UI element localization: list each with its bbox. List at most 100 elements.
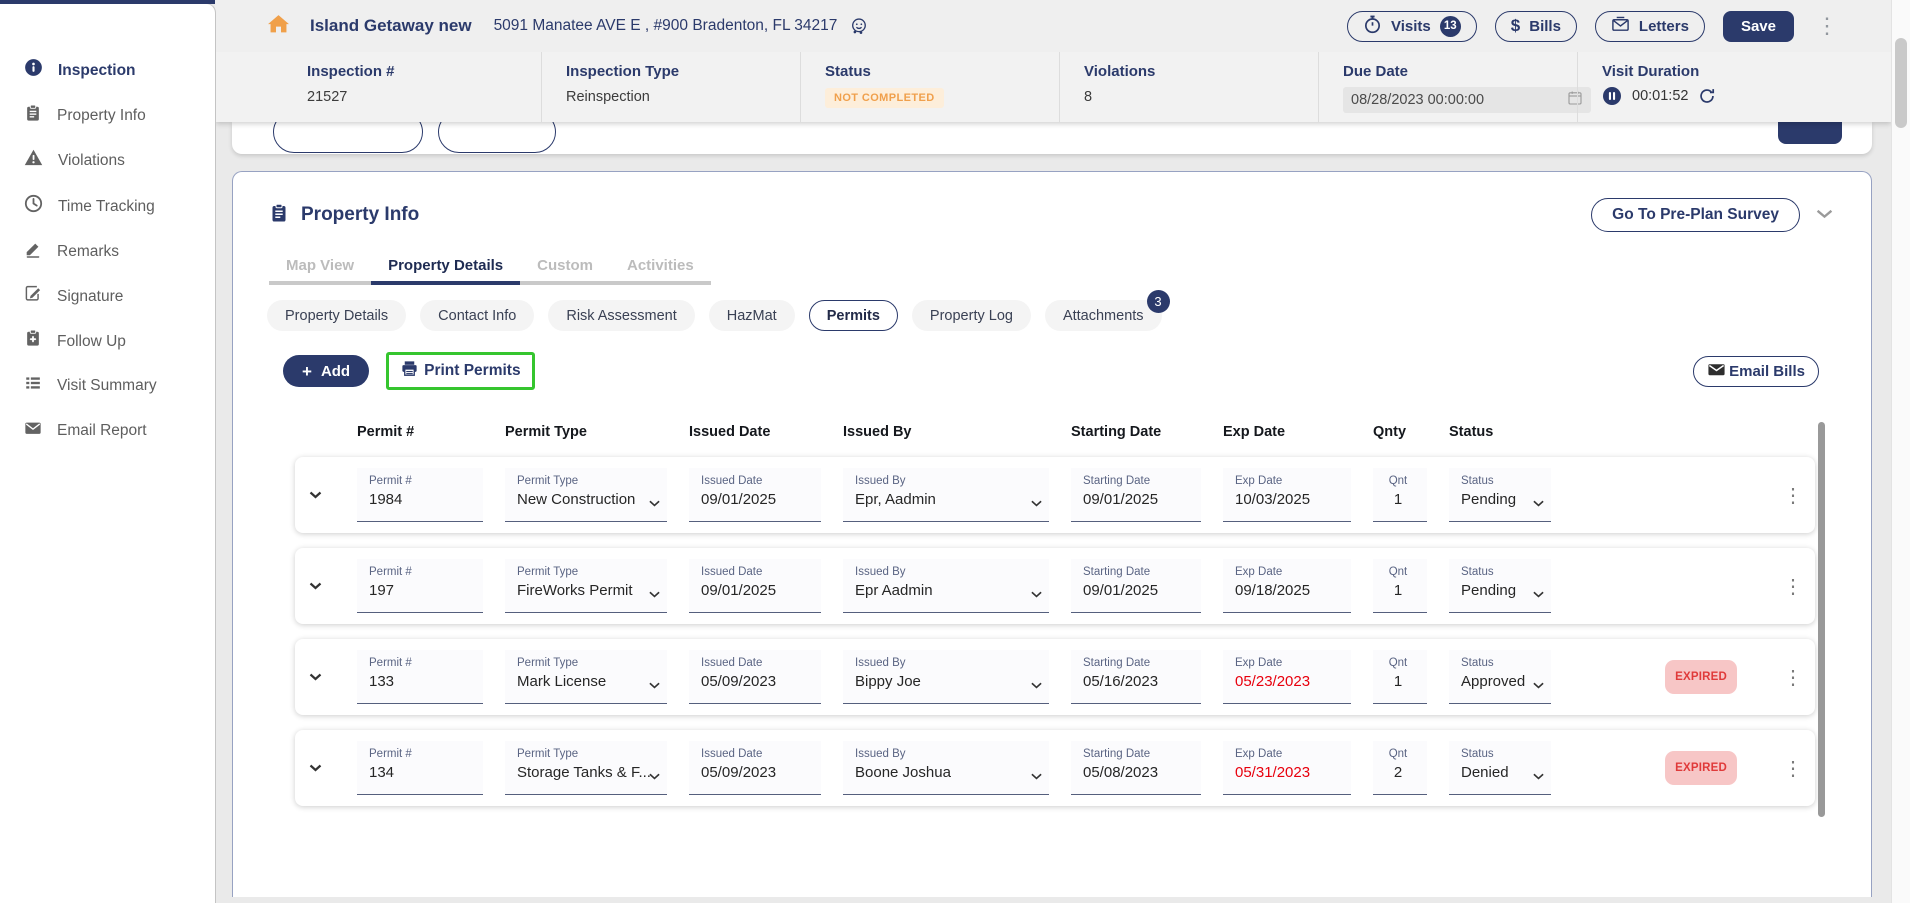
sidebar-item-inspection[interactable]: Inspection [0, 48, 215, 94]
row-kebab-menu[interactable]: ⋮ [1771, 573, 1815, 600]
sidebar-item-label: Follow Up [57, 331, 126, 353]
permit-type-cell[interactable]: Permit Type Mark License [505, 650, 667, 704]
tab[interactable]: Map View [269, 252, 371, 285]
sidebar-item-email-report[interactable]: Email Report [0, 409, 215, 454]
permit-number-cell[interactable]: Permit # 133 [357, 650, 483, 704]
column-header: Starting Date [1071, 424, 1201, 440]
tab[interactable]: Activities [610, 252, 711, 285]
chip-label: Attachments [1063, 308, 1144, 324]
expand-row-chevron-icon[interactable] [295, 582, 335, 590]
save-button[interactable]: Save [1723, 11, 1794, 42]
column-header: Qnty [1373, 424, 1427, 440]
sub-tab-chip[interactable]: Permits [809, 300, 898, 331]
expand-row-chevron-icon[interactable] [295, 673, 335, 681]
issued-by-cell[interactable]: Issued By Boone Joshua [843, 741, 1049, 795]
permit-number-cell[interactable]: Permit # 1984 [357, 468, 483, 522]
cell-value: FireWorks Permit [517, 582, 659, 599]
starting-date-cell[interactable]: Starting Date 09/01/2025 [1071, 559, 1201, 613]
qnt-cell[interactable]: Qnt 1 [1373, 650, 1427, 704]
cell-value: Denied [1461, 764, 1543, 781]
issued-date-cell[interactable]: Issued Date 05/09/2023 [689, 741, 821, 795]
issued-by-cell[interactable]: Issued By Epr, Aadmin [843, 468, 1049, 522]
qnt-cell[interactable]: Qnt 1 [1373, 468, 1427, 522]
warning-icon [24, 148, 43, 174]
cell-label: Issued Date [701, 657, 813, 669]
qnt-cell[interactable]: Qnt 2 [1373, 741, 1427, 795]
permit-type-cell[interactable]: Permit Type FireWorks Permit [505, 559, 667, 613]
sidebar-item-property-info[interactable]: Property Info [0, 94, 215, 139]
permit-number-cell[interactable]: Permit # 134 [357, 741, 483, 795]
row-kebab-menu[interactable]: ⋮ [1771, 755, 1815, 782]
print-permits-button[interactable]: Print Permits [394, 356, 526, 386]
sidebar-item-time-tracking[interactable]: Time Tracking [0, 184, 215, 230]
exp-date-cell[interactable]: Exp Date 05/31/2023 [1223, 741, 1351, 795]
cell-label: Permit Type [517, 566, 659, 578]
sidebar-item-remarks[interactable]: Remarks [0, 230, 215, 275]
status-cell[interactable]: Status Approved [1449, 650, 1551, 704]
cell-value: Pending [1461, 491, 1543, 508]
clipboard-icon [24, 104, 42, 129]
permits-table: Permit #Permit TypeIssued DateIssued ByS… [295, 424, 1815, 806]
permit-type-cell[interactable]: Permit Type New Construction [505, 468, 667, 522]
waze-icon[interactable] [849, 17, 868, 36]
restart-timer-button[interactable] [1698, 87, 1716, 105]
chevron-down-icon [1533, 494, 1544, 512]
issued-date-cell[interactable]: Issued Date 09/01/2025 [689, 559, 821, 613]
tab[interactable]: Custom [520, 252, 610, 285]
header-kebab-menu[interactable]: ⋮ [1812, 16, 1842, 36]
tab[interactable]: Property Details [371, 252, 520, 285]
main-area: Island Getaway new 5091 Manatee AVE E , … [215, 0, 1892, 903]
go-to-preplan-survey-button[interactable]: Go To Pre-Plan Survey [1591, 198, 1800, 232]
issued-by-cell[interactable]: Issued By Epr Aadmin [843, 559, 1049, 613]
sub-tab-chip[interactable]: Risk Assessment [548, 300, 694, 331]
issued-by-cell[interactable]: Issued By Bippy Joe [843, 650, 1049, 704]
starting-date-cell[interactable]: Starting Date 05/08/2023 [1071, 741, 1201, 795]
expand-row-chevron-icon[interactable] [295, 491, 335, 499]
field-label: Inspection Type [566, 63, 800, 80]
scrolled-content-sliver [232, 122, 1872, 154]
pause-button[interactable] [1602, 86, 1622, 106]
row-kebab-menu[interactable]: ⋮ [1771, 664, 1815, 691]
sub-tab-chip[interactable]: Property Details [267, 300, 406, 331]
cell-label: Qnt [1377, 566, 1419, 578]
exp-date-cell[interactable]: Exp Date 09/18/2025 [1223, 559, 1351, 613]
add-permit-button[interactable]: + Add [283, 355, 369, 387]
cell-value: Storage Tanks & F... [517, 764, 659, 781]
collapse-chevron-icon[interactable] [1816, 206, 1833, 224]
permit-type-cell[interactable]: Permit Type Storage Tanks & F... [505, 741, 667, 795]
email-bills-button[interactable]: Email Bills [1693, 356, 1819, 387]
sidebar-item-visit-summary[interactable]: Visit Summary [0, 364, 215, 409]
sidebar-item-follow-up[interactable]: Follow Up [0, 319, 215, 364]
starting-date-cell[interactable]: Starting Date 05/16/2023 [1071, 650, 1201, 704]
sidebar-item-signature[interactable]: Signature [0, 274, 215, 319]
cell-value: Approved [1461, 673, 1543, 690]
visits-button[interactable]: Visits 13 [1347, 11, 1477, 42]
sub-tab-chip[interactable]: Attachments 3 [1045, 300, 1162, 331]
exp-date-cell[interactable]: Exp Date 10/03/2025 [1223, 468, 1351, 522]
sub-tab-chip[interactable]: Contact Info [420, 300, 534, 331]
row-kebab-menu[interactable]: ⋮ [1771, 482, 1815, 509]
header-actions: Visits 13 $ Bills Letters Save ⋮ [1347, 11, 1842, 42]
sub-tab-chip[interactable]: Property Log [912, 300, 1031, 331]
cell-value: Bippy Joe [855, 673, 1041, 690]
due-date-input[interactable]: 08/28/2023 00:00:00 [1343, 87, 1591, 113]
page-scrollbar-thumb[interactable] [1895, 38, 1907, 128]
status-cell[interactable]: Status Pending [1449, 468, 1551, 522]
expand-row-chevron-icon[interactable] [295, 764, 335, 772]
issued-date-cell[interactable]: Issued Date 05/09/2023 [689, 650, 821, 704]
cell-value: 09/01/2025 [701, 582, 813, 599]
qnt-cell[interactable]: Qnt 1 [1373, 559, 1427, 613]
starting-date-cell[interactable]: Starting Date 09/01/2025 [1071, 468, 1201, 522]
printer-icon [400, 359, 419, 383]
status-cell[interactable]: Status Denied [1449, 741, 1551, 795]
letters-button[interactable]: Letters [1595, 11, 1705, 42]
bills-button[interactable]: $ Bills [1495, 11, 1577, 42]
table-scrollbar-thumb[interactable] [1818, 422, 1825, 817]
permit-number-cell[interactable]: Permit # 197 [357, 559, 483, 613]
issued-date-cell[interactable]: Issued Date 09/01/2025 [689, 468, 821, 522]
exp-date-cell[interactable]: Exp Date 05/23/2023 [1223, 650, 1351, 704]
sidebar-item-violations[interactable]: Violations [0, 138, 215, 184]
sub-tab-chip[interactable]: HazMat [709, 300, 795, 331]
column-header: Issued By [843, 424, 1049, 440]
status-cell[interactable]: Status Pending [1449, 559, 1551, 613]
